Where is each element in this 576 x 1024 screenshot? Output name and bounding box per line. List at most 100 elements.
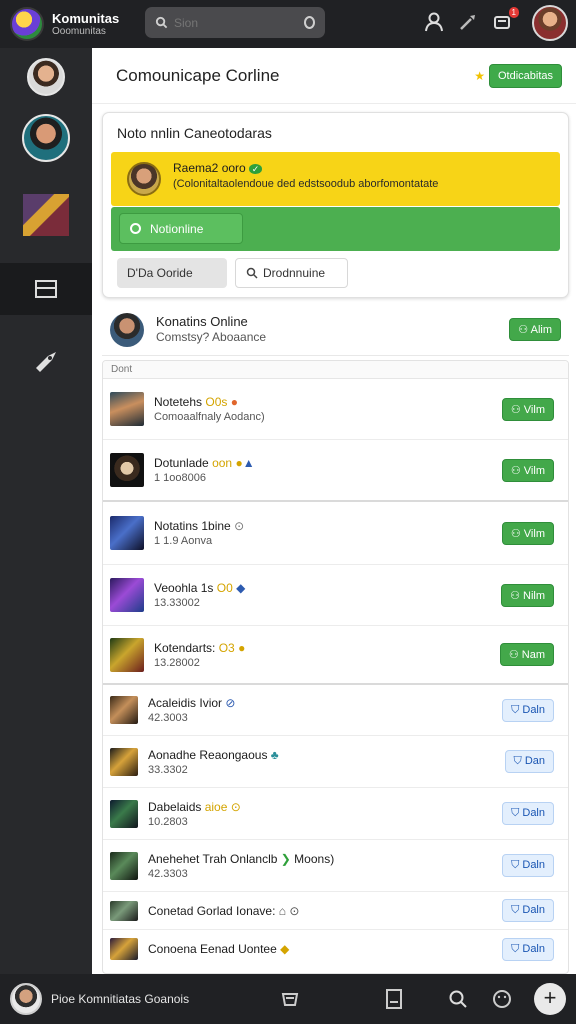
add-button[interactable]: + <box>534 983 566 1015</box>
coin-icon: ● <box>235 456 243 470</box>
row-name-text: Veoohla 1s <box>154 581 214 595</box>
list-item[interactable]: Notetehs O0s ● Comoaalfnaly Aodanc) ⚇ Vi… <box>103 379 568 440</box>
list-item[interactable]: Anehehet Trah Onlanclb ❯ Moons) 42.3303 … <box>103 840 568 892</box>
bottom-avatar[interactable] <box>10 983 42 1015</box>
rocket-icon <box>36 352 56 372</box>
profile-avatar[interactable] <box>27 58 65 96</box>
member-banner[interactable]: Raema2 ooro ✓ (Colonitaltaolendoue ded ed… <box>111 152 560 206</box>
bottom-bar: Pioe Komnitiatas Goanois + <box>0 974 576 1024</box>
row-action-label: Nilm <box>523 589 545 602</box>
shield-icon: ◆ <box>236 581 246 595</box>
row-action-label: Daln <box>522 807 545 819</box>
tools-icon[interactable] <box>456 10 480 34</box>
row-name-text: Kotendarts: <box>154 640 216 655</box>
row-action-button[interactable]: ⛉ Daln <box>502 937 554 961</box>
row-action-label: Nam <box>521 649 545 661</box>
community-list: Dont Notetehs O0s ● Comoaalfnaly Aodanc)… <box>102 360 569 974</box>
row-thumbnail <box>110 516 144 550</box>
list-item[interactable]: Veoohla 1s O0 ◆ 13.33002 ⚇ Nilm <box>103 565 568 626</box>
list-item[interactable]: Kotendarts: O3 ● 13.28002 ⚇ Nam <box>103 626 568 685</box>
verified-icon: ✓ <box>248 164 263 174</box>
emoji-icon[interactable] <box>490 987 514 1011</box>
row-name-text: Notatins 1bine <box>154 519 231 533</box>
row-action-button[interactable]: ⚇ Vilm <box>501 521 554 545</box>
row-action-button[interactable]: ⚇ Nilm <box>501 583 554 607</box>
featured-name: Konatins Online <box>156 314 248 329</box>
row-action-label: Dan <box>524 755 545 767</box>
search-input[interactable] <box>174 15 294 30</box>
notification-badge: 1 <box>508 7 519 18</box>
star-icon: ★ <box>474 68 485 83</box>
row-thumbnail <box>110 851 138 880</box>
row-badge: O3 <box>218 640 235 655</box>
top-bar: Komunitas Ooomunitas 1 <box>0 0 576 48</box>
arrow-icon: ❯ <box>280 851 291 866</box>
search-icon <box>155 16 168 29</box>
list-item[interactable]: Conoena Eenad Uontee ◆ ⛉ Daln <box>103 930 568 968</box>
row-thumbnail <box>110 637 144 672</box>
featured-action-label: Alim <box>530 324 552 336</box>
list-header: Dont <box>103 361 568 379</box>
app-logo[interactable] <box>10 7 44 41</box>
rail-profile[interactable] <box>0 58 92 96</box>
row-action-button[interactable]: ⛉ Daln <box>502 899 554 922</box>
row-thumbnail <box>110 392 144 426</box>
list-item[interactable]: Acaleidis Ivior ⊘ 42.3003 ⛉ Daln <box>103 685 568 736</box>
row-action-button[interactable]: ⛉ Daln <box>502 802 554 825</box>
app-subtitle: Ooomunitas <box>52 25 106 37</box>
main-panel: Comounicape Corline ★ Otdicabitas Noto n… <box>92 48 576 974</box>
game-thumb[interactable] <box>23 194 69 236</box>
rail-contact[interactable] <box>0 114 92 162</box>
community-icon[interactable] <box>278 987 302 1011</box>
row-action-button[interactable]: ⛉ Daln <box>502 698 554 722</box>
row-action-label: Vilm <box>523 464 545 477</box>
notifications-icon[interactable]: 1 <box>490 7 519 34</box>
online-button-label: Notionline <box>150 221 204 236</box>
row-action-label: Daln <box>522 942 545 955</box>
fire-icon: ● <box>230 395 238 409</box>
featured-action-button[interactable]: ⚇ Alim <box>509 318 561 341</box>
online-banner: Notionline <box>111 207 560 251</box>
list-item[interactable]: Dabelaids aioe ⊙ 10.2803 ⛉ Daln <box>103 788 568 840</box>
featured-avatar <box>110 312 144 347</box>
list-item[interactable]: Conetad Gorlad Ionave: ⌂ ⊙ ⛉ Daln <box>103 892 568 930</box>
search-bar[interactable] <box>145 7 325 38</box>
row-action-label: Daln <box>522 859 545 871</box>
row-name-text: Dabelaids <box>148 799 202 814</box>
status-ring-icon <box>130 223 141 234</box>
row-badge: Moons) <box>294 851 335 866</box>
card-button-two[interactable]: Drodnnuine <box>235 258 348 288</box>
rail-game[interactable] <box>0 194 92 236</box>
rail-list[interactable] <box>0 263 92 315</box>
row-thumbnail <box>110 900 138 921</box>
card-button-one[interactable]: D'Da Ooride <box>117 258 227 288</box>
row-action-button[interactable]: ⚇ Nam <box>499 643 554 666</box>
header-action-button[interactable]: Otdicabitas <box>488 63 562 88</box>
contact-avatar[interactable] <box>22 114 70 162</box>
row-action-button[interactable]: ⚇ Vilm <box>501 458 554 482</box>
row-name-text: Dotunlade <box>154 456 209 470</box>
online-button[interactable]: Notionline <box>119 213 243 244</box>
document-icon[interactable] <box>382 987 406 1011</box>
user-avatar[interactable] <box>532 5 568 41</box>
row-action-button[interactable]: ⛉ Dan <box>504 750 554 773</box>
user-icon[interactable] <box>422 10 446 34</box>
search-clear-icon[interactable] <box>304 16 315 29</box>
featured-row[interactable]: Konatins Online Comstsy? Aboaance ⚇ Alim <box>102 304 569 356</box>
row-action-label: Vilm <box>523 527 545 540</box>
row-action-button[interactable]: ⛉ Daln <box>502 854 554 877</box>
row-action-label: Vilm <box>523 403 545 416</box>
brand: Komunitas Ooomunitas <box>52 11 138 38</box>
search-icon[interactable] <box>446 987 470 1011</box>
row-name-text: Acaleidis Ivior <box>148 696 223 710</box>
rail-rocket[interactable] <box>0 348 92 374</box>
verified-icon: ⊘ <box>225 696 236 710</box>
list-item[interactable]: Dotunlade oon ●▲ 1 1oo8006 ⚇ Vilm <box>103 440 568 502</box>
row-name-text: Aonadhe Reaongaous <box>148 747 268 762</box>
row-action-button[interactable]: ⚇ Vilm <box>501 397 554 421</box>
app-root: Komunitas Ooomunitas 1 <box>0 0 576 1024</box>
row-name-text: Anehehet Trah Onlanclb <box>148 851 278 866</box>
list-item[interactable]: Notatins 1bine ⊙ 1 1.9 Aonva ⚇ Vilm <box>103 502 568 565</box>
list-item[interactable]: Aonadhe Reaongaous ♣ 33.3302 ⛉ Dan <box>103 736 568 788</box>
member-name: Raema2 ooro ✓ <box>173 161 263 175</box>
